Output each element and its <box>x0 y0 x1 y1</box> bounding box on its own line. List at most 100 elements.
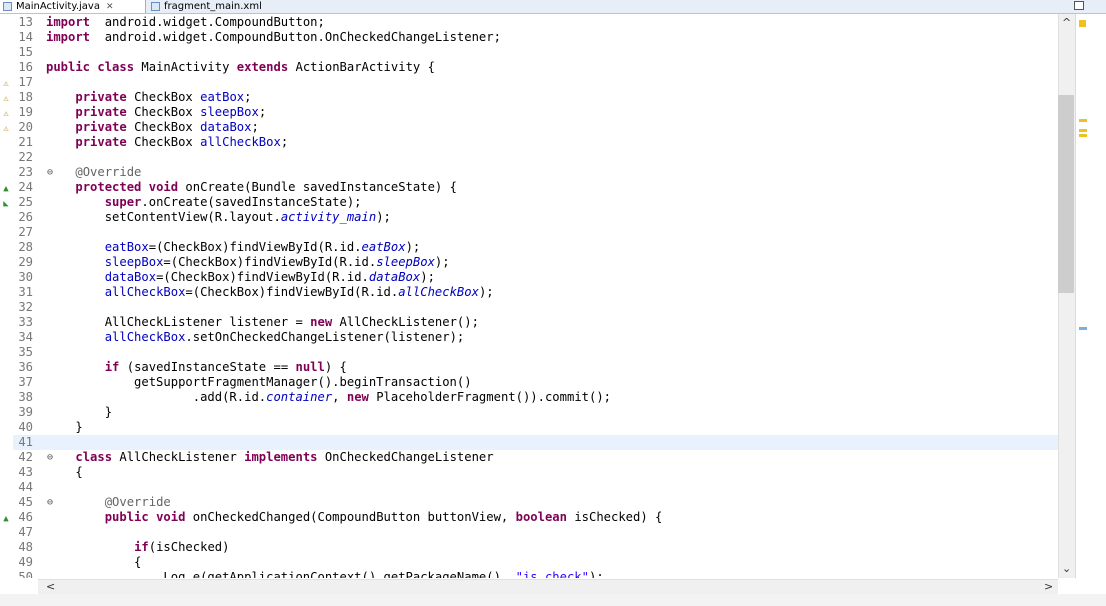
code-line[interactable]: 22 <box>13 150 1058 165</box>
code-line[interactable]: 18 private CheckBox eatBox; <box>13 90 1058 105</box>
code-token: ) { <box>324 360 347 374</box>
warning-marker[interactable] <box>1079 134 1087 137</box>
code-line[interactable]: 36 if (savedInstanceState == null) { <box>13 360 1058 375</box>
code-token: sleepBox <box>104 255 164 269</box>
code-line[interactable]: 40 } <box>13 420 1058 435</box>
code-token: ); <box>588 570 604 578</box>
code-line[interactable]: 16 public class MainActivity extends Acti… <box>13 60 1058 75</box>
code-line[interactable]: 13 import android.widget.CompoundButton; <box>13 15 1058 30</box>
code-line[interactable]: 27 <box>13 225 1058 240</box>
warning-marker[interactable] <box>1079 129 1087 132</box>
horizontal-scrollbar[interactable]: < > <box>38 579 1058 594</box>
code-line[interactable]: 45 ⊖ @Override <box>13 495 1058 510</box>
close-icon[interactable]: ✕ <box>106 2 114 12</box>
override-arrow-icon: ▲ <box>3 184 9 194</box>
code-line[interactable]: 17 <box>13 75 1058 90</box>
line-number: 16 <box>18 60 33 74</box>
code-token: Log.e(getApplicationContext().getPackage… <box>46 570 516 578</box>
fold-toggle-icon[interactable]: ⊖ <box>47 450 53 465</box>
code-editor[interactable]: ⚠ ⚠ ⚠ ⚠ ▲ ◣ ▲ 13 import android.widget.Co… <box>0 14 1058 578</box>
tab-label: fragment_main.xml <box>164 0 262 12</box>
override-arrow-icon: ▲ <box>3 514 9 524</box>
code-token: .setOnCheckedChangeListener(listener); <box>185 330 465 344</box>
code-token: CheckBox <box>126 135 201 149</box>
scroll-up-icon[interactable]: ^ <box>1062 16 1071 29</box>
code-token: if <box>134 540 149 554</box>
code-line[interactable]: 37 getSupportFragmentManager().beginTran… <box>13 375 1058 390</box>
occurrence-marker[interactable] <box>1079 327 1087 330</box>
code-line[interactable]: 39 } <box>13 405 1058 420</box>
warning-summary-icon <box>1079 20 1086 27</box>
code-line[interactable]: 33 AllCheckListener listener = new AllCh… <box>13 315 1058 330</box>
code-line[interactable]: 46 public void onCheckedChanged(Compound… <box>13 510 1058 525</box>
line-number: 38 <box>18 390 33 404</box>
code-line[interactable]: 50 Log.e(getApplicationContext().getPack… <box>13 570 1058 578</box>
line-number: 45 <box>18 495 33 509</box>
code-line[interactable]: 48 if(isChecked) <box>13 540 1058 555</box>
line-number: 19 <box>18 105 33 119</box>
overview-ruler[interactable] <box>1075 14 1106 578</box>
code-token: @Override <box>75 165 142 179</box>
tab-mainactivity-java[interactable]: MainActivity.java ✕ <box>0 0 146 13</box>
code-token: ActionBarActivity { <box>288 60 435 74</box>
code-token: eatBox <box>200 90 245 104</box>
code-line[interactable]: 38 .add(R.id.container, new PlaceholderF… <box>13 390 1058 405</box>
code-token: import <box>46 15 91 29</box>
code-line[interactable]: 20 private CheckBox dataBox; <box>13 120 1058 135</box>
code-token: CheckBox <box>126 120 201 134</box>
code-line[interactable]: 29 sleepBox=(CheckBox)findViewById(R.id.… <box>13 255 1058 270</box>
line-number: 42 <box>18 450 33 464</box>
code-line[interactable]: 32 <box>13 300 1058 315</box>
code-token: null <box>295 360 325 374</box>
line-number: 25 <box>18 195 33 209</box>
code-token: =(CheckBox)findViewById(R.id. <box>163 255 377 269</box>
code-line[interactable]: 44 <box>13 480 1058 495</box>
code-token: ); <box>478 285 494 299</box>
scroll-down-icon[interactable]: ⌄ <box>1062 562 1071 575</box>
code-line[interactable]: 47 <box>13 525 1058 540</box>
code-token: ); <box>405 240 421 254</box>
scroll-left-icon[interactable]: < <box>46 580 55 593</box>
code-token: extends <box>236 60 289 74</box>
vertical-scroll-thumb[interactable] <box>1058 95 1074 293</box>
tab-fragment-main-xml[interactable]: fragment_main.xml <box>148 0 288 13</box>
fold-toggle-icon[interactable]: ⊖ <box>47 165 53 180</box>
warning-marker[interactable] <box>1079 119 1087 122</box>
code-token: super <box>104 195 142 209</box>
code-token: activity_main <box>280 210 377 224</box>
code-line[interactable]: 34 allCheckBox.setOnCheckedChangeListene… <box>13 330 1058 345</box>
code-token: .onCreate(savedInstanceState); <box>141 195 362 209</box>
code-line[interactable]: 43 { <box>13 465 1058 480</box>
code-token: dataBox <box>368 270 421 284</box>
code-line[interactable]: 42 ⊖ class AllCheckListener implements On… <box>13 450 1058 465</box>
code-token: CheckBox <box>126 90 201 104</box>
code-line[interactable]: 26 setContentView(R.layout.activity_main… <box>13 210 1058 225</box>
line-number: 30 <box>18 270 33 284</box>
scroll-right-icon[interactable]: > <box>1044 580 1053 593</box>
code-line[interactable]: 31 allCheckBox=(CheckBox)findViewById(R.… <box>13 285 1058 300</box>
line-number: 48 <box>18 540 33 554</box>
code-line[interactable]: 49 { <box>13 555 1058 570</box>
code-line[interactable]: 35 <box>13 345 1058 360</box>
code-token: private <box>75 120 127 134</box>
fold-toggle-icon[interactable]: ⊖ <box>47 495 53 510</box>
code-line[interactable]: 19 private CheckBox sleepBox; <box>13 105 1058 120</box>
code-line[interactable]: 24 protected void onCreate(Bundle savedI… <box>13 180 1058 195</box>
code-token: =(CheckBox)findViewById(R.id. <box>148 240 362 254</box>
code-token: sleepBox <box>200 105 259 119</box>
code-line[interactable]: 21 private CheckBox allCheckBox; <box>13 135 1058 150</box>
code-line[interactable]: 41 <box>13 435 1058 450</box>
code-line[interactable]: 28 eatBox=(CheckBox)findViewById(R.id.ea… <box>13 240 1058 255</box>
code-line[interactable]: 15 <box>13 45 1058 60</box>
code-line[interactable]: 25 super.onCreate(savedInstanceState); <box>13 195 1058 210</box>
code-line[interactable]: 14 import android.widget.CompoundButton.O… <box>13 30 1058 45</box>
code-line[interactable]: 23 ⊖ @Override <box>13 165 1058 180</box>
code-token: PlaceholderFragment()).commit(); <box>368 390 612 404</box>
code-token: onCreate(Bundle savedInstanceState) { <box>178 180 457 194</box>
code-token: private <box>75 90 127 104</box>
maximize-icon[interactable] <box>1074 1 1084 10</box>
code-token: ); <box>420 270 435 284</box>
code-line[interactable]: 30 dataBox=(CheckBox)findViewById(R.id.d… <box>13 270 1058 285</box>
java-file-icon <box>3 2 12 11</box>
